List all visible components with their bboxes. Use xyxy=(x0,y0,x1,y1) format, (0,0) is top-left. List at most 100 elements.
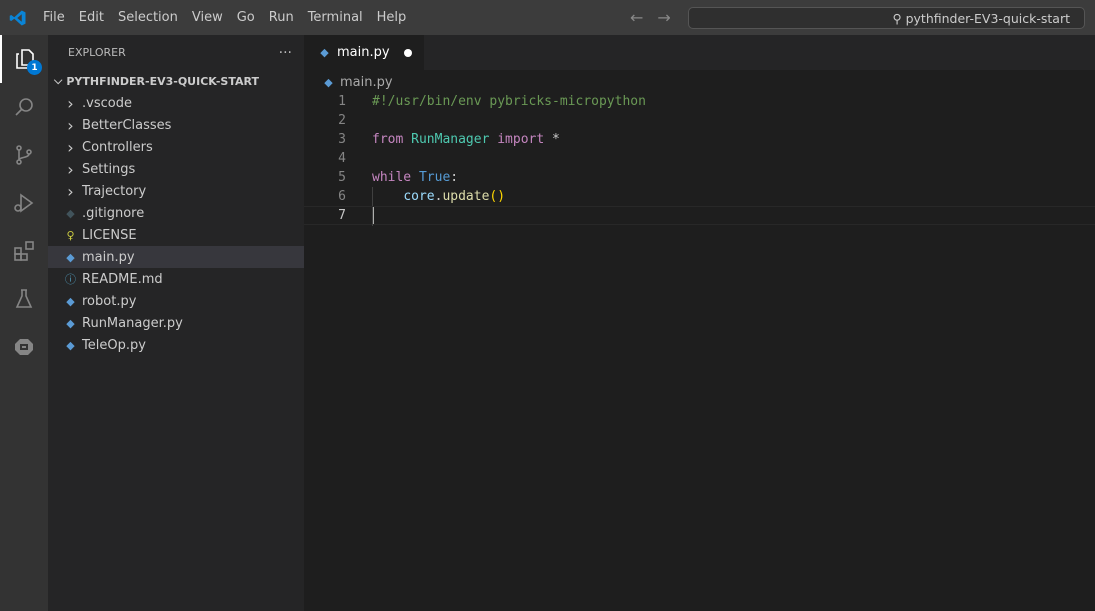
explorer-icon[interactable]: 1 xyxy=(0,35,48,83)
activity-bar: 1 xyxy=(0,35,48,611)
tree-item[interactable]: ◆ RunManager.py xyxy=(48,312,304,334)
python-file-icon: ◆ xyxy=(66,294,75,308)
explorer-title: EXPLORER xyxy=(68,46,126,59)
tree-item[interactable]: › .vscode xyxy=(48,92,304,114)
tab-label: main.py xyxy=(337,45,390,60)
code-token: * xyxy=(544,132,560,147)
code-token: True xyxy=(411,170,451,185)
menu-bar: File Edit Selection View Go Run Terminal Help xyxy=(36,0,413,35)
code-text: from RunManager import * xyxy=(372,132,560,147)
more-actions-button[interactable]: ··· xyxy=(279,45,292,61)
menu-view[interactable]: View xyxy=(185,0,230,35)
explorer-badge: 1 xyxy=(27,60,42,75)
code-text: #!/usr/bin/env pybricks-micropython xyxy=(372,94,646,109)
unsaved-dot-icon[interactable] xyxy=(404,49,412,57)
run-debug-icon[interactable] xyxy=(0,179,48,227)
code-line: 7 xyxy=(304,206,1095,226)
code-line: 2 xyxy=(304,111,1095,130)
breadcrumb-item[interactable]: main.py xyxy=(340,75,393,90)
code-line: 6 core.update() xyxy=(304,187,1095,206)
line-number: 4 xyxy=(338,151,346,166)
chevron-right-icon: › xyxy=(67,159,74,179)
menu-run[interactable]: Run xyxy=(262,0,301,35)
tree-item-label: Trajectory xyxy=(82,183,147,199)
ev3-device-icon[interactable] xyxy=(0,323,48,371)
menu-help[interactable]: Help xyxy=(370,0,414,35)
tab-main-py[interactable]: ◆ main.py xyxy=(304,35,424,70)
code-token: () xyxy=(489,189,506,204)
code-line: 4 xyxy=(304,149,1095,168)
chevron-right-icon: › xyxy=(67,93,74,113)
tree-item-label: main.py xyxy=(82,249,135,265)
tree-item-label: TeleOp.py xyxy=(82,337,146,353)
code-token: from xyxy=(372,132,404,147)
source-control-icon[interactable] xyxy=(0,131,48,179)
chevron-right-icon: › xyxy=(67,115,74,135)
tree-item-label: Controllers xyxy=(82,139,153,155)
code-line: 3 from RunManager import * xyxy=(304,130,1095,149)
code-token: : xyxy=(450,170,459,185)
tree-item-label: Settings xyxy=(82,161,136,177)
line-number: 2 xyxy=(338,113,346,128)
line-number: 1 xyxy=(338,94,346,109)
breadcrumb: ◆ main.py xyxy=(322,72,393,92)
line-number: 6 xyxy=(338,189,346,204)
tree-item[interactable]: › Controllers xyxy=(48,136,304,158)
search-icon[interactable] xyxy=(0,83,48,131)
code-text: core.update() xyxy=(372,189,505,204)
code-token: import xyxy=(489,132,545,147)
workspace-folder[interactable]: ⌵ PYTHFINDER-EV3-QUICK-START xyxy=(48,70,304,92)
menu-go[interactable]: Go xyxy=(230,0,262,35)
tab-bar: ◆ main.py xyxy=(304,35,1095,70)
code-editor[interactable]: 1 #!/usr/bin/env pybricks-micropython 2 3 fr… xyxy=(304,92,1095,226)
search-text: pythfinder-EV3-quick-start xyxy=(905,10,1070,26)
menu-selection[interactable]: Selection xyxy=(111,0,185,35)
tree-item[interactable]: › Settings xyxy=(48,158,304,180)
tree-item[interactable]: ◆ .gitignore xyxy=(48,202,304,224)
tree-item[interactable]: › Trajectory xyxy=(48,180,304,202)
code-token: #!/usr/bin/env pybricks-micropython xyxy=(372,94,646,109)
code-line: 1 #!/usr/bin/env pybricks-micropython xyxy=(304,92,1095,111)
tree-item-label: .vscode xyxy=(82,95,132,111)
vscode-logo-icon xyxy=(0,0,36,35)
chevron-right-icon: › xyxy=(67,137,74,157)
info-file-icon: ⓘ xyxy=(65,273,76,286)
menu-edit[interactable]: Edit xyxy=(72,0,111,35)
chevron-right-icon: › xyxy=(67,181,74,201)
code-line: 5 while True: xyxy=(304,168,1095,187)
folder-name: PYTHFINDER-EV3-QUICK-START xyxy=(66,74,259,88)
tree-item[interactable]: › BetterClasses xyxy=(48,114,304,136)
tree-item[interactable]: ◆ main.py xyxy=(48,246,304,268)
menu-file[interactable]: File xyxy=(36,0,72,35)
forward-arrow-icon[interactable]: → xyxy=(657,8,670,27)
code-token: while xyxy=(372,170,412,185)
title-bar: File Edit Selection View Go Run Terminal Help ←… xyxy=(0,0,1095,35)
command-center-search[interactable]: ⚲ pythfinder-EV3-quick-start xyxy=(688,7,1085,29)
tree-item-label: BetterClasses xyxy=(82,117,172,133)
code-text: while True: xyxy=(372,170,458,185)
indent-guide xyxy=(372,207,373,226)
tree-item[interactable]: ♀ LICENSE xyxy=(48,224,304,246)
extensions-icon[interactable] xyxy=(0,227,48,275)
testing-icon[interactable] xyxy=(0,275,48,323)
python-file-icon: ◆ xyxy=(66,250,75,264)
tree-item-label: LICENSE xyxy=(82,227,137,243)
tree-item-label: RunManager.py xyxy=(82,315,183,331)
code-token: update xyxy=(442,189,490,204)
tree-item[interactable]: ◆ robot.py xyxy=(48,290,304,312)
tree-item[interactable]: ◆ TeleOp.py xyxy=(48,334,304,356)
navigation: ← → xyxy=(630,0,671,35)
indent-guide xyxy=(372,187,373,206)
license-file-icon: ♀ xyxy=(66,228,75,242)
code-token: core xyxy=(403,189,435,204)
tree-item[interactable]: ⓘ README.md xyxy=(48,268,304,290)
line-number: 3 xyxy=(338,132,346,147)
menu-terminal[interactable]: Terminal xyxy=(301,0,370,35)
line-number: 5 xyxy=(338,170,346,185)
back-arrow-icon[interactable]: ← xyxy=(630,8,643,27)
explorer-sidebar: EXPLORER ··· ⌵ PYTHFINDER-EV3-QUICK-STAR… xyxy=(48,35,304,611)
git-file-icon: ◆ xyxy=(66,206,75,220)
tree-item-label: robot.py xyxy=(82,293,137,309)
python-file-icon: ◆ xyxy=(66,338,75,352)
